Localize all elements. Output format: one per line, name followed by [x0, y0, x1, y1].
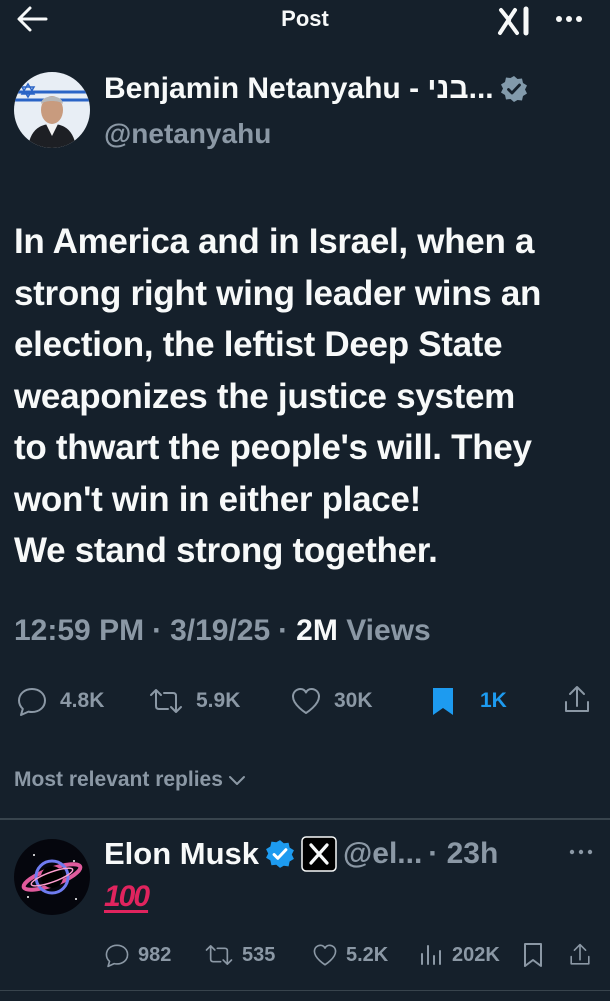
grok-icon[interactable]: [497, 6, 535, 36]
replies-sort-dropdown[interactable]: Most relevant replies: [14, 768, 247, 792]
separator-dot: ·: [278, 614, 289, 647]
repost-icon: [204, 942, 234, 968]
tweet-line: election, the leftist Deep State: [14, 325, 503, 364]
tweet-line: In America and in Israel, when a: [14, 222, 535, 261]
reply-count: 4.8K: [60, 689, 105, 712]
repost-count: 5.9K: [196, 689, 241, 712]
heart-icon: [312, 942, 338, 968]
separator-dot: ·: [152, 614, 163, 647]
bookmark-button[interactable]: 1K: [430, 686, 507, 716]
reply-bookmark-icon[interactable]: [522, 942, 544, 968]
reply-avatar[interactable]: [14, 839, 90, 915]
tweet-text: In America and in Israel, when a strong …: [14, 216, 604, 577]
bookmark-filled-icon: [430, 686, 456, 716]
reply-author-handle[interactable]: @el...: [343, 837, 422, 871]
tweet-line: won't win in either place!: [14, 479, 421, 519]
bookmark-count: 1K: [480, 689, 507, 712]
tweet-meta: 12:59 PM · 3/19/25 · 2M Views: [14, 614, 431, 648]
divider: [0, 818, 610, 820]
like-button[interactable]: 30K: [290, 686, 373, 716]
tweet-line: to thwart the people's will. They: [14, 428, 532, 467]
views-label: Views: [346, 614, 431, 647]
author-name[interactable]: Benjamin Netanyahu - בני...: [104, 72, 494, 106]
reply-views-count: 202K: [452, 943, 500, 966]
repost-button[interactable]: 5.9K: [148, 686, 240, 716]
reply-button[interactable]: 4.8K: [16, 686, 104, 716]
like-count: 30K: [334, 689, 373, 712]
reply-share-icon[interactable]: [568, 942, 592, 968]
tweet-time[interactable]: 12:59 PM: [14, 614, 144, 648]
x-affiliate-icon: [301, 836, 337, 872]
views-count: 2M: [296, 614, 338, 647]
avatar[interactable]: [14, 72, 90, 148]
chevron-down-icon: [227, 773, 247, 787]
reply-icon: [16, 686, 48, 716]
share-icon[interactable]: [562, 684, 592, 716]
tweet-line: weaponizes the justice system: [14, 376, 515, 416]
reply-icon: [104, 942, 130, 968]
author-handle[interactable]: @netanyahu: [104, 118, 271, 150]
reply-like-count: 5.2K: [346, 943, 389, 966]
tweet-line: strong right wing leader wins an: [14, 273, 542, 313]
verified-badge-icon: [265, 839, 295, 869]
tweet-date[interactable]: 3/19/25: [170, 614, 270, 648]
analytics-icon: [418, 942, 444, 968]
replies-sort-label: Most relevant replies: [14, 768, 223, 791]
reply-repost-button[interactable]: 535: [204, 942, 275, 968]
tweet-line: We stand strong together.: [14, 531, 438, 570]
reply-repost-count: 535: [242, 943, 276, 966]
divider: [0, 990, 610, 1001]
reply-reply-count: 982: [138, 943, 172, 966]
reply-views-button[interactable]: 202K: [418, 942, 500, 968]
reply-reply-button[interactable]: 982: [104, 942, 171, 968]
reply-more-options-icon[interactable]: [566, 842, 596, 862]
reply-author-name[interactable]: Elon Musk: [104, 836, 259, 872]
hundred-points-emoji: 100: [104, 880, 150, 913]
more-options-icon[interactable]: [551, 4, 587, 34]
reply-timestamp[interactable]: · 23h: [428, 837, 498, 871]
repost-icon: [148, 686, 184, 716]
reply-like-button[interactable]: 5.2K: [312, 942, 388, 968]
verified-badge-icon: [500, 75, 528, 103]
heart-icon: [290, 686, 322, 716]
